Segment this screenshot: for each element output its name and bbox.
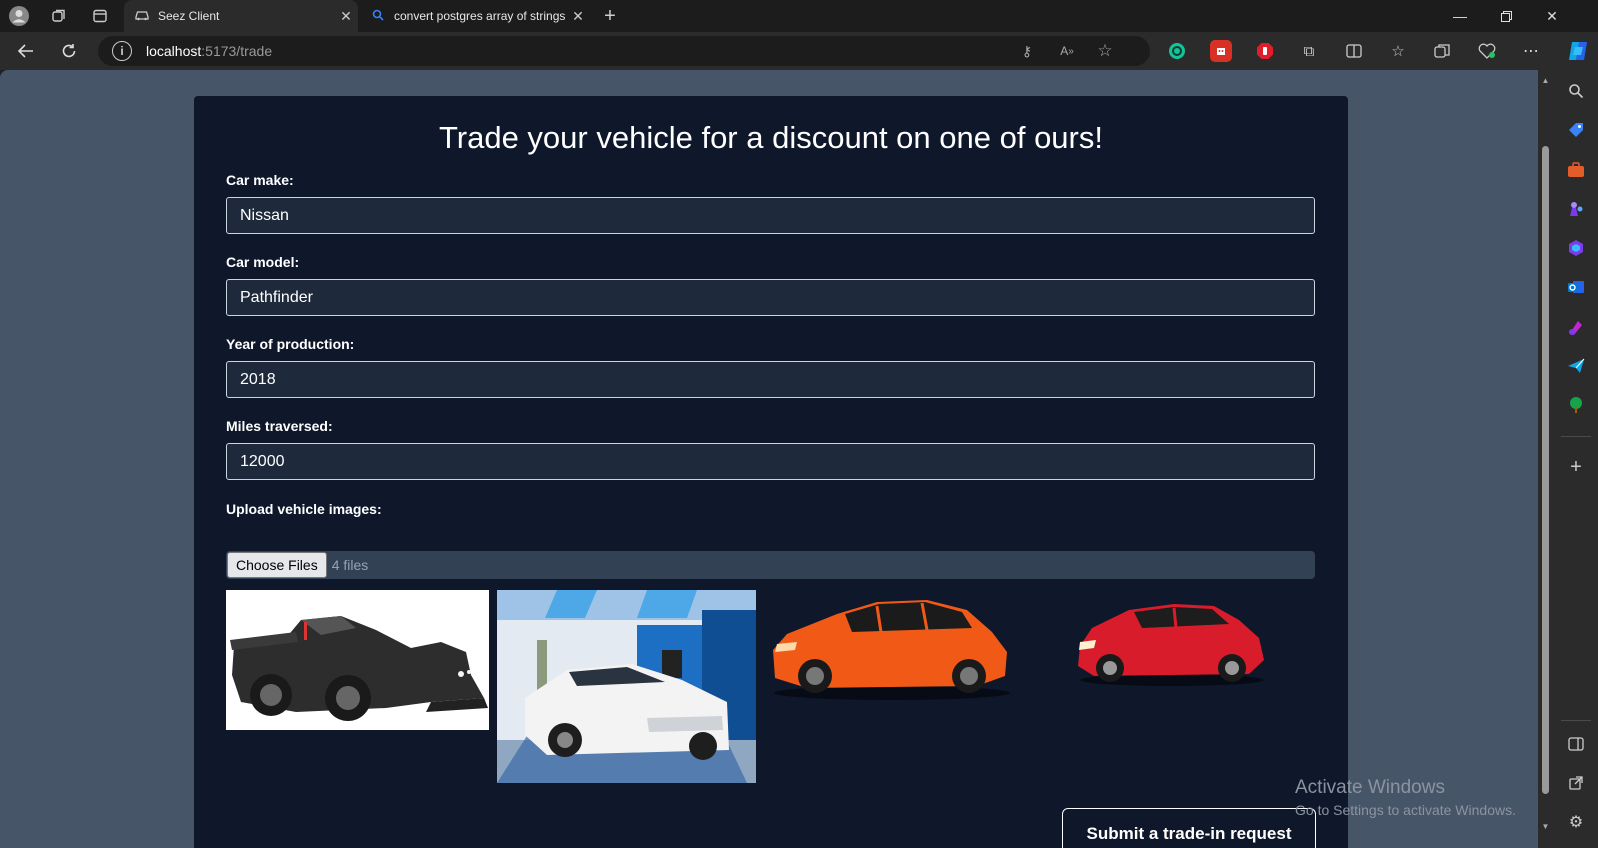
activate-windows-watermark: Activate Windows Go to Settings to activ…	[1295, 777, 1516, 818]
miles-label: Miles traversed:	[226, 418, 333, 434]
page-viewport: Trade your vehicle for a discount on one…	[0, 70, 1538, 848]
vehicle-image-black-race-car	[226, 590, 489, 730]
copilot-sidebar-icon[interactable]	[1565, 237, 1587, 259]
edge-sidebar: + ⚙	[1553, 70, 1598, 848]
tab-bar: Seez Client ✕ convert postgres array of …	[0, 0, 1598, 32]
games-chess-icon[interactable]	[1565, 198, 1587, 220]
scroll-thumb[interactable]	[1542, 146, 1549, 794]
search-icon	[370, 9, 386, 24]
tab-title: Seez Client	[158, 9, 220, 23]
search-icon[interactable]	[1565, 80, 1587, 102]
choose-files-button[interactable]: Choose Files	[227, 552, 327, 578]
favorites-icon[interactable]: ☆	[1387, 40, 1409, 62]
profile-icon[interactable]	[6, 4, 32, 28]
url-text[interactable]: localhost:5173/trade	[146, 43, 272, 59]
scroll-down-icon[interactable]: ▼	[1538, 822, 1553, 831]
send-paper-plane-icon[interactable]	[1565, 355, 1587, 377]
favorite-star-icon[interactable]: ☆	[1094, 41, 1116, 61]
refresh-icon[interactable]	[55, 38, 83, 64]
collections-icon[interactable]	[1431, 40, 1453, 62]
close-tab-icon[interactable]: ✕	[566, 8, 590, 25]
external-link-icon[interactable]	[1565, 772, 1587, 794]
tree-icon[interactable]	[1565, 394, 1587, 416]
vehicle-image-red-hatchback	[1074, 598, 1270, 688]
shopping-tag-icon[interactable]	[1565, 119, 1587, 141]
adblock-extension-icon[interactable]	[1254, 40, 1276, 62]
restore-icon[interactable]	[1483, 0, 1529, 32]
outlook-icon[interactable]	[1565, 276, 1587, 298]
split-screen-icon[interactable]	[1343, 40, 1365, 62]
minimize-icon[interactable]: —	[1437, 0, 1483, 32]
car-make-label: Car make:	[226, 172, 294, 188]
trade-form-card: Trade your vehicle for a discount on one…	[194, 96, 1348, 848]
sidebar-divider	[1561, 436, 1591, 437]
car-model-label: Car model:	[226, 254, 300, 270]
page-title: Trade your vehicle for a discount on one…	[438, 120, 1103, 155]
back-icon[interactable]	[12, 38, 40, 64]
year-input[interactable]: 2018	[226, 361, 1315, 398]
car-icon	[134, 9, 150, 24]
year-label: Year of production:	[226, 336, 355, 352]
browser-essentials-icon[interactable]	[1476, 40, 1498, 62]
address-bar-row: i localhost:5173/trade ⚷ A» ☆ ⧉ ☆ ⋯	[0, 32, 1598, 70]
settings-gear-icon[interactable]: ⚙	[1565, 811, 1587, 833]
extensions-puzzle-icon[interactable]: ⧉	[1298, 40, 1320, 62]
tools-briefcase-icon[interactable]	[1565, 159, 1587, 181]
watermark-title: Activate Windows	[1295, 777, 1445, 798]
file-upload-input[interactable]: Choose Files 4 files	[226, 551, 1315, 579]
close-window-icon[interactable]: ✕	[1529, 0, 1575, 32]
tab-postgres-search[interactable]: convert postgres array of strings ✕	[360, 0, 590, 32]
add-icon[interactable]: +	[1565, 456, 1587, 478]
address-bar[interactable]: i localhost:5173/trade ⚷ A» ☆	[98, 36, 1150, 66]
workspaces-icon[interactable]	[46, 4, 72, 28]
close-tab-icon[interactable]: ✕	[334, 8, 358, 25]
scroll-up-icon[interactable]: ▲	[1538, 76, 1553, 85]
tab-title: convert postgres array of strings	[394, 9, 566, 23]
tab-actions-icon[interactable]	[87, 4, 113, 28]
file-count-status: 4 files	[331, 557, 369, 573]
sidebar-divider	[1561, 720, 1591, 721]
hide-sidebar-icon[interactable]	[1565, 733, 1587, 755]
copilot-icon[interactable]	[1565, 38, 1591, 64]
key-icon[interactable]: ⚷	[1016, 41, 1038, 61]
grammarly-extension-icon[interactable]	[1166, 40, 1188, 62]
more-options-icon[interactable]: ⋯	[1520, 40, 1542, 62]
extension-red-icon[interactable]	[1210, 40, 1232, 62]
designer-icon[interactable]	[1565, 316, 1587, 338]
miles-input[interactable]: 12000	[226, 443, 1315, 480]
tab-seez-client[interactable]: Seez Client ✕	[124, 0, 358, 32]
new-tab-icon[interactable]: +	[597, 4, 623, 28]
car-make-input[interactable]: Nissan	[226, 197, 1315, 234]
vehicle-image-white-toyota-mirai	[497, 590, 756, 783]
watermark-subtitle: Go to Settings to activate Windows.	[1295, 802, 1516, 818]
vehicle-image-orange-hatchback	[767, 590, 1017, 702]
car-model-input[interactable]: Pathfinder	[226, 279, 1315, 316]
page-scrollbar[interactable]: ▲ ▼	[1538, 70, 1553, 848]
submit-trade-in-button[interactable]: Submit a trade-in request	[1062, 808, 1316, 848]
site-info-icon[interactable]: i	[112, 41, 132, 61]
upload-label: Upload vehicle images:	[226, 501, 382, 517]
read-aloud-icon[interactable]: A»	[1056, 41, 1078, 61]
